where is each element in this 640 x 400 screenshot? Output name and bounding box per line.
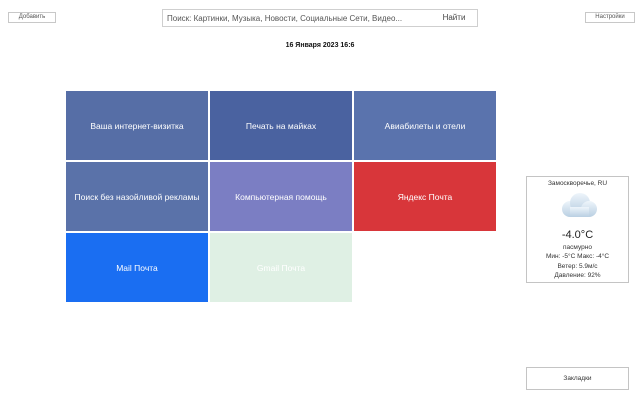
weather-location: Замоскворечье, RU — [547, 180, 608, 187]
search-bar: Найти — [162, 9, 478, 27]
weather-wind: Ветер: 5.9м/с — [557, 263, 598, 270]
tile-yandex-mail[interactable]: Яндекс Почта — [354, 162, 496, 231]
tile-computer-help[interactable]: Компьютерная помощь — [210, 162, 352, 231]
cloud-icon — [562, 193, 597, 217]
settings-button[interactable]: Настройки — [585, 12, 635, 23]
search-button[interactable]: Найти — [435, 12, 473, 24]
tile-flights-hotels[interactable]: Авиабилеты и отели — [354, 91, 496, 160]
weather-condition: пасмурно — [563, 244, 592, 251]
tile-adfree-search[interactable]: Поиск без назойливой рекламы — [66, 162, 208, 231]
weather-widget: Замоскворечье, RU -4.0°C пасмурно Мин: -… — [526, 176, 629, 283]
tile-gmail[interactable]: Gmail Почта — [210, 233, 352, 302]
weather-pressure: Давление: 92% — [554, 272, 601, 279]
add-button[interactable]: Добавить — [8, 12, 56, 23]
tile-mail-ru[interactable]: Mail Почта — [66, 233, 208, 302]
weather-temperature: -4.0°C — [561, 229, 594, 241]
tile-tshirt-print[interactable]: Печать на майках — [210, 91, 352, 160]
bookmarks-button[interactable]: Закладки — [526, 367, 629, 390]
tile-vizitka[interactable]: Ваша интернет-визитка — [66, 91, 208, 160]
speed-dial-grid: Ваша интернет-визитка Печать на майках А… — [66, 91, 498, 304]
weather-min-max: Мин: -5°C Макс: -4°C — [545, 253, 610, 260]
date-time: 16 Января 2023 16:6 — [285, 42, 355, 49]
search-input[interactable] — [167, 12, 429, 24]
